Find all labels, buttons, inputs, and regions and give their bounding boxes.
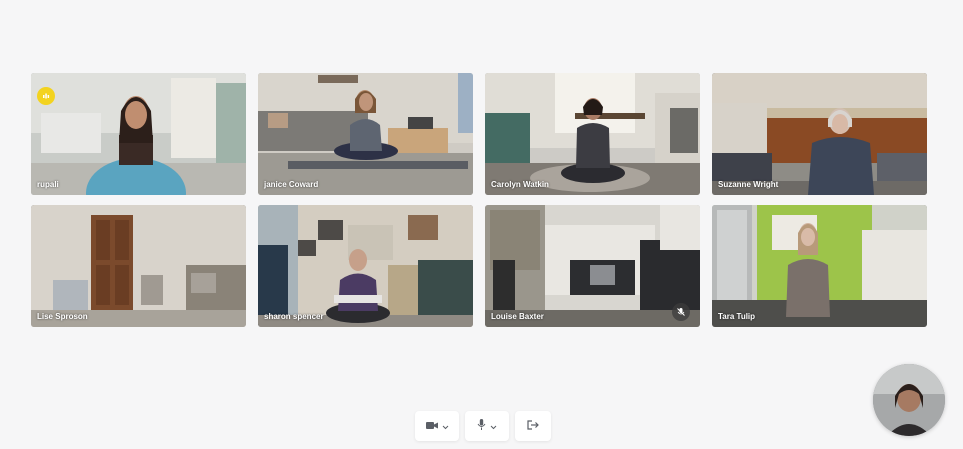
participant-tile-suzanne-wright[interactable]: Suzanne Wright: [712, 73, 927, 195]
participant-name: Suzanne Wright: [718, 180, 779, 189]
participant-tile-rupali[interactable]: rupali: [31, 73, 246, 195]
participant-tile-sharon-spencer[interactable]: sharon spencer: [258, 205, 473, 327]
self-view-video[interactable]: [873, 364, 945, 436]
video-feed: [31, 205, 246, 327]
participant-tile-tara-tulip[interactable]: Tara Tulip: [712, 205, 927, 327]
participant-tile-lise-sproson[interactable]: Lise Sproson: [31, 205, 246, 327]
video-feed: [712, 205, 927, 327]
participant-tile-louise-baxter[interactable]: Louise Baxter: [485, 205, 700, 327]
video-feed: [258, 205, 473, 327]
video-feed: [258, 73, 473, 195]
speaking-indicator-icon: [37, 87, 55, 105]
video-feed: [712, 73, 927, 195]
participant-name: Lise Sproson: [37, 312, 88, 321]
video-feed: [31, 73, 246, 195]
leave-call-icon: [527, 417, 539, 435]
video-feed: [485, 205, 700, 327]
participant-name: Louise Baxter: [491, 312, 544, 321]
participant-name: rupali: [37, 180, 59, 189]
microphone-icon: [477, 417, 486, 435]
camera-toggle-button[interactable]: [415, 411, 459, 441]
participant-tile-janice-coward[interactable]: janice Coward: [258, 73, 473, 195]
video-camera-icon: [425, 417, 438, 435]
self-video-feed: [873, 364, 945, 436]
participant-tile-carolyn-watkin[interactable]: Carolyn Watkin: [485, 73, 700, 195]
chevron-down-icon[interactable]: [490, 417, 497, 435]
microphone-toggle-button[interactable]: [465, 411, 509, 441]
video-feed: [485, 73, 700, 195]
participant-grid: rupali janice Coward Carolyn Watkin Suza…: [31, 73, 927, 327]
participant-name: Carolyn Watkin: [491, 180, 549, 189]
participant-name: sharon spencer: [264, 312, 324, 321]
mic-muted-icon: [672, 303, 690, 321]
participant-name: Tara Tulip: [718, 312, 756, 321]
call-controls: [415, 411, 551, 441]
leave-call-button[interactable]: [515, 411, 551, 441]
participant-name: janice Coward: [264, 180, 319, 189]
chevron-down-icon[interactable]: [442, 417, 449, 435]
